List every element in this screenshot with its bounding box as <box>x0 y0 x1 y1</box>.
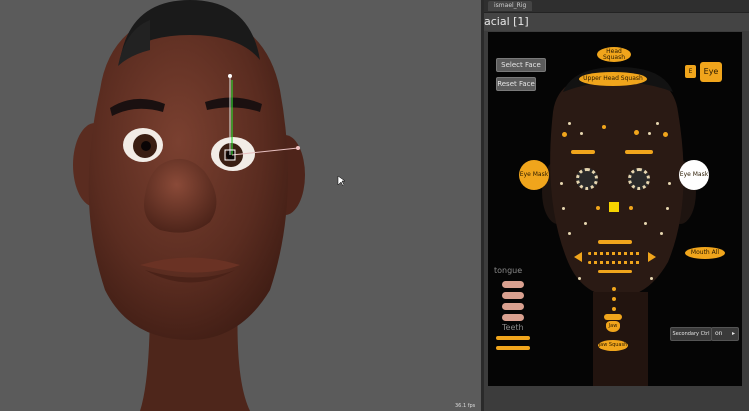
jaw-squash-button[interactable]: Jaw Squash <box>598 340 628 351</box>
nose-ctrl[interactable] <box>609 202 619 212</box>
panel-title: acial [1] <box>484 13 749 31</box>
face-ctrl-dot[interactable] <box>580 132 583 135</box>
upper-lip-ctrl[interactable] <box>598 240 632 244</box>
face-ctrl-dot[interactable] <box>578 277 581 280</box>
select-face-button[interactable]: Select Face <box>496 58 546 72</box>
facial-picker-panel: ismael_Rig acial [1] Select Face Reset F… <box>484 0 749 411</box>
tongue-ctrl-2[interactable] <box>502 292 524 299</box>
brow-right-ctrl[interactable] <box>625 150 653 154</box>
chin-ctrl-dot[interactable] <box>612 307 616 311</box>
face-ctrl-dot[interactable] <box>568 122 571 125</box>
face-ctrl-dot[interactable] <box>568 232 571 235</box>
tongue-ctrl-3[interactable] <box>502 303 524 310</box>
lower-lip-ctrl[interactable] <box>598 270 632 273</box>
face-ctrl-dot[interactable] <box>644 222 647 225</box>
picker-canvas: Select Face Reset Face Head Squash Upper… <box>488 32 742 386</box>
secondary-ctrl-toggle[interactable]: on ▸ <box>711 327 739 341</box>
face-ctrl-dot[interactable] <box>648 132 651 135</box>
upper-head-squash-button[interactable]: Upper Head Squash <box>579 72 647 86</box>
face-ctrl-dot[interactable] <box>560 182 563 185</box>
tongue-ctrl-4[interactable] <box>502 314 524 321</box>
eye-left-ctrl[interactable] <box>576 168 598 190</box>
forehead-ctrl-dot[interactable] <box>602 125 606 129</box>
teeth-label: Teeth <box>502 323 524 332</box>
character-head-render <box>0 0 481 411</box>
brow-ctrl-dot[interactable] <box>562 132 567 137</box>
play-arrow-icon: ▸ <box>731 330 735 337</box>
face-ctrl-dot[interactable] <box>668 182 671 185</box>
mouth-row-ctrl[interactable] <box>588 261 642 264</box>
fps-status-text: 36.1 fps <box>455 403 476 409</box>
chin-ctrl-dot[interactable] <box>612 297 616 301</box>
face-ctrl-dot[interactable] <box>660 232 663 235</box>
brow-ctrl-dot[interactable] <box>663 132 668 137</box>
mouth-all-button[interactable]: Mouth All <box>685 247 725 259</box>
eye-right-ctrl[interactable] <box>628 168 650 190</box>
nostril-left-ctrl[interactable] <box>596 206 600 210</box>
head-squash-button[interactable]: Head Squash <box>597 47 631 62</box>
secondary-ctrl-label: Secondary Ctrl <box>670 327 712 341</box>
jaw-label[interactable]: Jaw <box>606 321 620 332</box>
jaw-ctrl[interactable] <box>604 314 622 320</box>
face-ctrl-dot[interactable] <box>656 122 659 125</box>
tab-rig[interactable]: ismael_Rig <box>488 1 533 11</box>
face-ctrl-dot[interactable] <box>562 207 565 210</box>
3d-viewport[interactable]: 36.1 fps <box>0 0 481 411</box>
eye-mask-left-button[interactable]: Eye Mask <box>519 160 549 190</box>
brow-left-ctrl[interactable] <box>571 150 595 154</box>
eye-button[interactable]: Eye <box>700 62 722 82</box>
reset-face-button[interactable]: Reset Face <box>496 77 536 91</box>
teeth-upper-ctrl[interactable] <box>496 336 530 340</box>
eye-small-button[interactable]: E <box>685 65 696 78</box>
tongue-label: tongue <box>494 266 523 275</box>
nostril-right-ctrl[interactable] <box>629 206 633 210</box>
tongue-ctrl-1[interactable] <box>502 281 524 288</box>
secondary-ctrl-state: on <box>715 330 723 337</box>
panel-tab-bar: ismael_Rig <box>484 0 749 13</box>
mouth-row-ctrl[interactable] <box>588 252 642 255</box>
teeth-lower-ctrl[interactable] <box>496 346 530 350</box>
face-ctrl-dot[interactable] <box>584 222 587 225</box>
chin-ctrl-dot[interactable] <box>612 287 616 291</box>
brow-ctrl-dot[interactable] <box>634 130 639 135</box>
eye-mask-right-button[interactable]: Eye Mask <box>679 160 709 190</box>
face-ctrl-dot[interactable] <box>666 207 669 210</box>
face-ctrl-dot[interactable] <box>650 277 653 280</box>
